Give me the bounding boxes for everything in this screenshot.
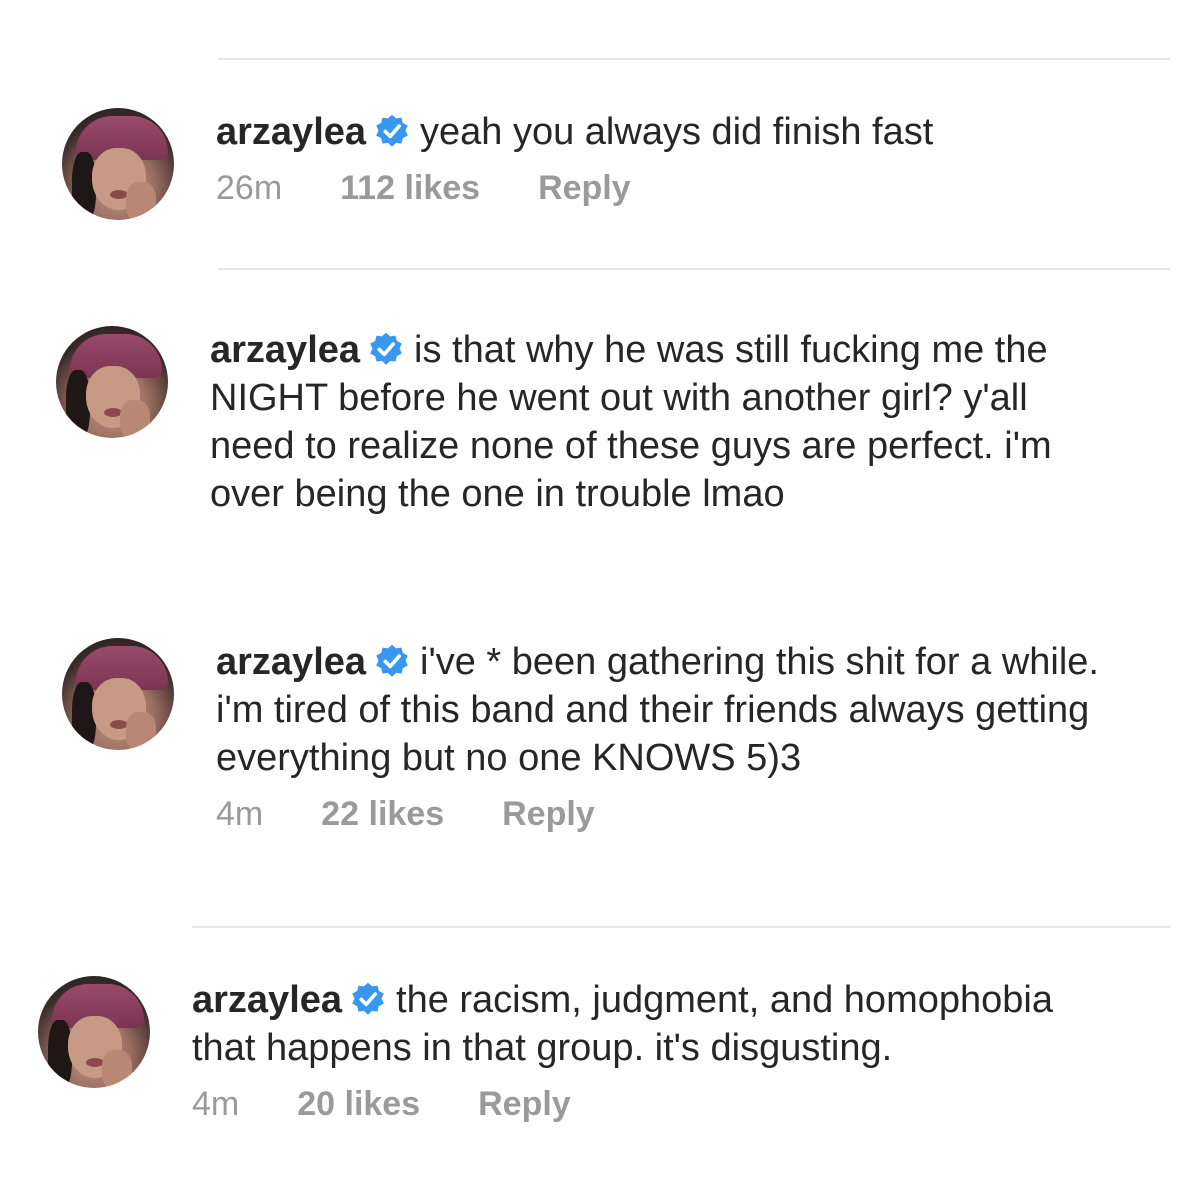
comment-username[interactable]: arzaylea <box>192 979 342 1021</box>
avatar[interactable] <box>62 108 174 220</box>
reply-button[interactable]: Reply <box>538 168 631 208</box>
comment-item: arzaylea yeah you always did finish fast … <box>62 108 1156 220</box>
comment-username[interactable]: arzaylea <box>216 111 366 153</box>
divider <box>218 58 1170 60</box>
comment-text-block: arzaylea the racism, judgment, and homoph… <box>192 976 1072 1072</box>
comment-timestamp: 4m <box>192 1085 240 1123</box>
comment-item: arzaylea i've * been gathering this shit … <box>62 638 1116 834</box>
comment-item: arzaylea the racism, judgment, and homoph… <box>38 976 1072 1124</box>
comment-timestamp: 26m <box>216 169 283 207</box>
verified-badge-icon <box>352 982 384 1015</box>
avatar[interactable] <box>38 976 150 1088</box>
comment-text-block: arzaylea i've * been gathering this shit … <box>216 638 1116 782</box>
comment-meta: 26m 112 likes Reply <box>216 168 1156 208</box>
divider <box>218 268 1170 270</box>
reply-button[interactable]: Reply <box>478 1084 571 1124</box>
comment-meta: 4m 22 likes Reply <box>216 794 1116 834</box>
comment-likes-link[interactable]: 112 likes <box>340 168 480 208</box>
divider <box>192 926 1170 928</box>
comment-text-block: arzaylea is that why he was still fucking… <box>210 326 1110 518</box>
comment-username[interactable]: arzaylea <box>210 329 360 371</box>
avatar[interactable] <box>56 326 168 438</box>
comment-username[interactable]: arzaylea <box>216 641 366 683</box>
comment-timestamp: 4m <box>216 795 264 833</box>
comment-meta: 4m 20 likes Reply <box>192 1084 1072 1124</box>
verified-badge-icon <box>376 114 408 147</box>
comment-text-block: arzaylea yeah you always did finish fast <box>216 108 1156 156</box>
comment-text: yeah you always did finish fast <box>420 111 934 153</box>
comment-item: arzaylea is that why he was still fucking… <box>56 326 1110 518</box>
verified-badge-icon <box>376 644 408 677</box>
comment-likes-link[interactable]: 20 likes <box>297 1084 420 1124</box>
verified-badge-icon <box>370 332 402 365</box>
comment-likes-link[interactable]: 22 likes <box>321 794 444 834</box>
avatar[interactable] <box>62 638 174 750</box>
reply-button[interactable]: Reply <box>502 794 595 834</box>
